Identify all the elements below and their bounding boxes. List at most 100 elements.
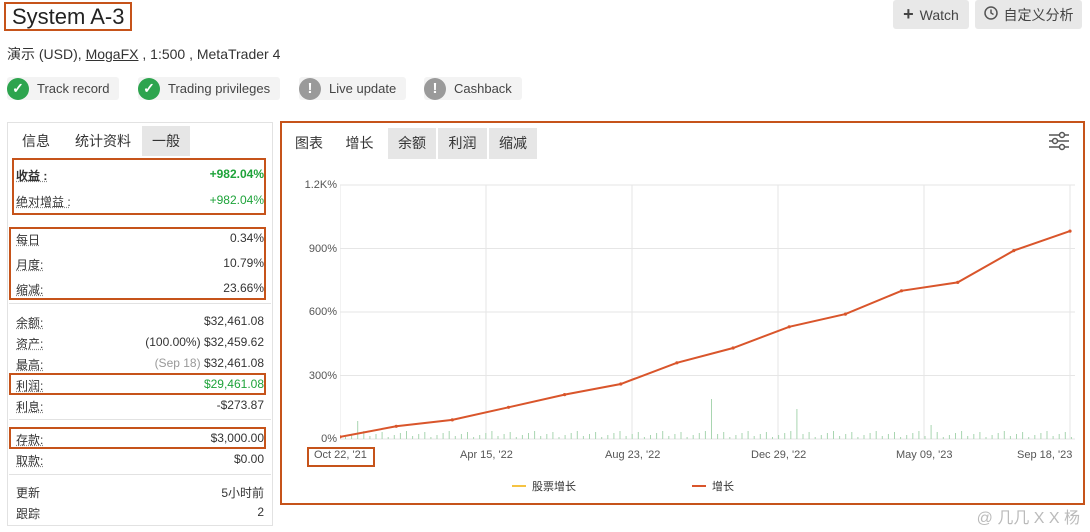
tab-info[interactable]: 信息 xyxy=(14,126,58,156)
stat-interest: 利息: -$273.87 xyxy=(16,398,264,415)
volume-bar xyxy=(540,436,542,439)
x-tick-label: May 09, '23 xyxy=(896,449,953,461)
stat-drawdown: 缩减: 23.66% xyxy=(16,281,264,298)
legend-item-growth[interactable]: 增长 xyxy=(692,478,734,494)
tab-balance[interactable]: 余额 xyxy=(388,128,436,159)
watch-button[interactable]: + Watch xyxy=(893,0,969,29)
tab-profit[interactable]: 利润 xyxy=(438,128,487,159)
volume-bar xyxy=(680,432,682,439)
volume-bar xyxy=(930,425,932,439)
equity-value: $32,459.62 xyxy=(203,335,264,349)
volume-bar xyxy=(863,435,865,439)
volume-bar xyxy=(924,436,926,439)
volume-bar xyxy=(997,433,999,439)
volume-bar xyxy=(509,432,511,439)
volume-bar xyxy=(948,435,950,439)
legend-label: 增长 xyxy=(712,481,734,493)
volume-bar xyxy=(601,437,603,439)
account-details: , 1:500 , MetaTrader 4 xyxy=(138,46,281,62)
volume-bar xyxy=(814,437,816,439)
divider xyxy=(9,303,271,304)
tracking-value: 2 xyxy=(257,505,264,519)
tab-chart[interactable]: 图表 xyxy=(287,128,331,159)
volume-bar xyxy=(753,436,755,439)
updated-label: 更新 xyxy=(16,486,41,500)
balance-value: $32,461.08 xyxy=(203,314,264,328)
badge-live-update[interactable]: ! Live update xyxy=(299,77,407,100)
tab-growth[interactable]: 增长 xyxy=(337,128,382,159)
badge-trading-privileges[interactable]: ✓ Trading privileges xyxy=(138,77,281,100)
volume-bar xyxy=(802,434,804,439)
legend-swatch xyxy=(692,485,706,487)
tab-drawdown[interactable]: 缩减 xyxy=(489,128,537,159)
volume-bar xyxy=(772,437,773,439)
volume-bar xyxy=(582,436,584,439)
tab-statistics[interactable]: 统计资料 xyxy=(65,126,141,156)
volume-bar xyxy=(796,409,798,439)
badge-track-record[interactable]: ✓ Track record xyxy=(7,77,120,100)
volume-bar xyxy=(973,434,975,439)
check-icon: ✓ xyxy=(7,77,29,100)
stat-abs-gain: 绝对增益 : +982.04% xyxy=(16,193,264,210)
volume-bar xyxy=(918,431,920,439)
volume-bar xyxy=(576,431,578,439)
x-tick-label: Oct 22, '21 xyxy=(314,449,367,461)
interest-value: -$273.87 xyxy=(216,398,264,412)
volume-bar xyxy=(894,432,895,439)
volume-bar xyxy=(515,437,517,439)
volume-bar xyxy=(698,433,700,439)
volume-bar xyxy=(845,434,847,439)
volume-bar xyxy=(790,431,792,439)
x-tick-label: Apr 15, '22 xyxy=(460,449,513,461)
volume-bar xyxy=(778,435,780,439)
volume-bar xyxy=(826,433,828,439)
volume-bar xyxy=(564,435,566,439)
volume-bar xyxy=(747,431,749,439)
volume-bar xyxy=(467,432,468,439)
stat-highest: 最高: (Sep 18) $32,461.08 xyxy=(16,356,264,373)
custom-analysis-button[interactable]: 自定义分析 xyxy=(975,0,1082,29)
volume-bar xyxy=(454,436,456,439)
abs-gain-label: 绝对增益 : xyxy=(16,195,71,209)
badge-cashback[interactable]: ! Cashback xyxy=(424,77,522,100)
volume-bar xyxy=(704,431,706,439)
badge-label: Track record xyxy=(37,81,110,96)
volume-bar xyxy=(479,435,481,439)
volume-bar xyxy=(1003,431,1005,439)
stat-gain: 收益 : +982.04% xyxy=(16,167,264,184)
stat-profit: 利润: $29,461.08 xyxy=(16,377,264,394)
y-tick-label: 900% xyxy=(308,243,337,255)
volume-bar xyxy=(1009,436,1011,439)
page-title: System A-3 xyxy=(4,2,133,31)
volume-bar xyxy=(473,437,475,439)
tab-general[interactable]: 一般 xyxy=(142,126,190,156)
settings-sliders-icon[interactable] xyxy=(1048,131,1070,156)
highest-value: $32,461.08 xyxy=(203,356,264,370)
stats-panel: 信息 统计资料 一般 收益 : +982.04% 绝对增益 : +982.04%… xyxy=(7,122,273,526)
account-type: 演示 (USD), xyxy=(7,46,86,62)
volume-bar xyxy=(491,431,493,439)
volume-bar xyxy=(900,437,902,439)
monthly-label: 月度: xyxy=(16,258,44,272)
y-tick-label: 0% xyxy=(321,433,337,445)
volume-bar xyxy=(741,433,743,439)
badge-label: Trading privileges xyxy=(168,81,271,96)
divider xyxy=(9,419,271,420)
y-tick-label: 1.2K% xyxy=(304,179,337,191)
growth-point xyxy=(450,418,454,422)
balance-label: 余额: xyxy=(16,316,44,330)
volume-bar xyxy=(418,434,420,439)
volume-bar xyxy=(546,434,548,439)
volume-bar xyxy=(448,431,450,439)
volume-bar xyxy=(808,432,810,439)
withdrawals-label: 取款: xyxy=(16,454,44,468)
volume-bar xyxy=(674,434,676,439)
monthly-value: 10.79% xyxy=(223,256,264,270)
legend-item-stock-growth[interactable]: 股票增长 xyxy=(512,478,576,494)
exclamation-icon: ! xyxy=(424,77,446,100)
volume-bar xyxy=(345,437,346,439)
broker-link[interactable]: MogaFX xyxy=(86,46,139,62)
volume-bar xyxy=(528,433,529,439)
volume-bar xyxy=(955,433,956,439)
volume-bar xyxy=(869,433,871,439)
